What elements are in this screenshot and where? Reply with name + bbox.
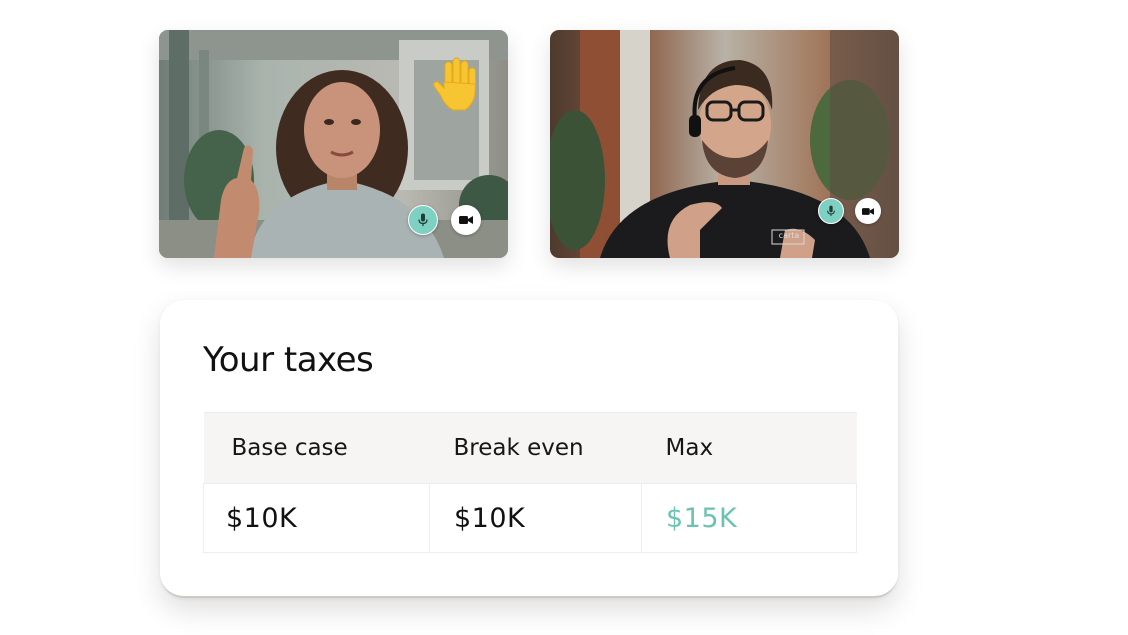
video-tile-participant-2[interactable]: carta <box>550 30 899 258</box>
participant-2-video <box>550 30 899 258</box>
column-header-base-case: Base case <box>203 412 430 484</box>
shirt-logo-text: carta <box>778 231 800 240</box>
taxes-table: Base case Break even Max $10K $10K $15K <box>203 412 857 553</box>
video-camera-button[interactable] <box>855 198 881 224</box>
max-value: $15K <box>641 483 857 553</box>
video-camera-button[interactable] <box>451 205 481 235</box>
taxes-table-header-row: Base case Break even Max <box>203 412 857 484</box>
microphone-icon <box>418 213 428 227</box>
taxes-card: Your taxes Base case Break even Max $10K… <box>160 300 898 598</box>
taxes-title: Your taxes <box>203 340 374 380</box>
base-case-value: $10K <box>203 483 430 553</box>
column-header-max: Max <box>641 412 857 484</box>
video-camera-icon <box>862 207 874 215</box>
microphone-button[interactable] <box>818 198 844 224</box>
stage: carta Your taxes Base case Break even Ma… <box>0 0 1128 635</box>
raised-hand-icon <box>433 57 476 111</box>
microphone-button[interactable] <box>408 205 438 235</box>
video-camera-icon <box>459 216 473 224</box>
video-tile-participant-1[interactable] <box>159 30 508 258</box>
microphone-icon <box>827 205 835 217</box>
column-header-break-even: Break even <box>429 412 642 484</box>
taxes-table-row: $10K $10K $15K <box>203 483 857 553</box>
break-even-value: $10K <box>429 483 642 553</box>
